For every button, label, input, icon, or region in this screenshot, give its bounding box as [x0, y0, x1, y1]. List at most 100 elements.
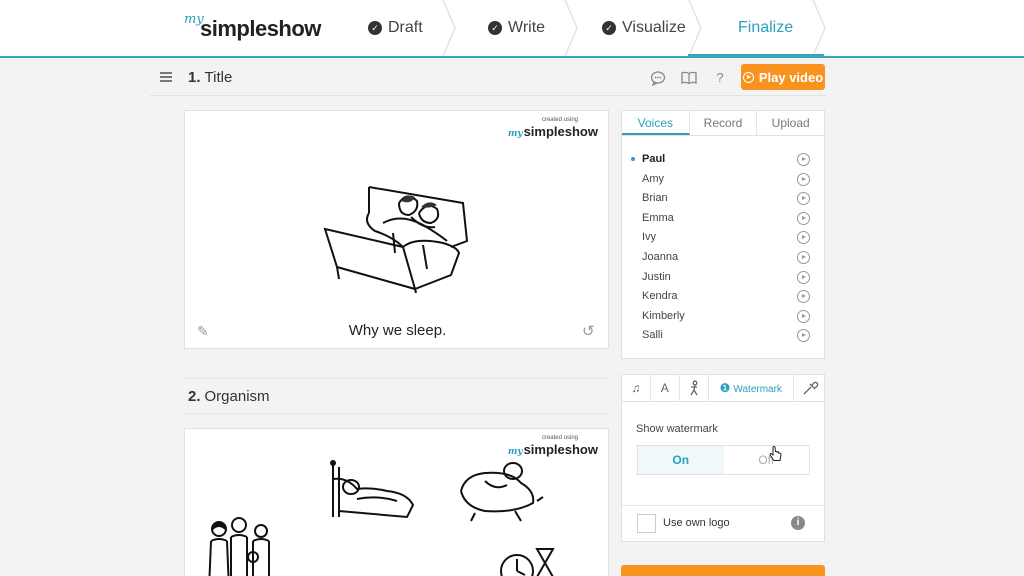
step-visualize[interactable]: ✓ Visualize — [602, 0, 686, 56]
step-label: Finalize — [738, 19, 794, 36]
selected-dot-icon — [631, 157, 635, 161]
step-draft[interactable]: ✓ Draft — [368, 0, 423, 56]
figure-icon[interactable] — [680, 375, 709, 401]
step-finalize[interactable]: Finalize — [738, 0, 793, 56]
toggle-off-option[interactable]: Off — [724, 446, 810, 474]
play-preview-icon[interactable] — [797, 192, 810, 206]
text-icon[interactable]: A — [651, 375, 680, 401]
play-preview-icon[interactable] — [797, 250, 810, 264]
play-video-label: Play video — [758, 69, 824, 85]
scene-number: 1. — [188, 69, 201, 86]
voice-item[interactable]: Emma — [622, 209, 824, 229]
sick-person-illustration — [460, 462, 544, 522]
voice-list: Paul Amy Brian Emma Ivy Joanna Justin Ke… — [622, 150, 824, 346]
use-own-logo-checkbox[interactable] — [637, 514, 656, 533]
play-preview-icon[interactable] — [797, 211, 810, 225]
voice-name: Justin — [642, 270, 671, 283]
voice-item[interactable]: Salli — [622, 326, 824, 346]
hamburger-menu-icon[interactable] — [160, 72, 172, 82]
active-step-indicator — [688, 54, 824, 58]
scene-1-preview[interactable]: created using mysimpleshow ✎ Why we slee… — [184, 110, 609, 349]
tab-voices[interactable]: Voices — [622, 111, 690, 135]
tab-record[interactable]: Record — [690, 111, 758, 135]
scene-name: Title — [204, 69, 233, 86]
voice-item[interactable]: Kimberly — [622, 307, 824, 327]
book-icon[interactable] — [681, 70, 697, 86]
voice-item[interactable]: Kendra — [622, 287, 824, 307]
hand-cursor-icon — [769, 446, 782, 461]
scene-name: Organism — [204, 388, 270, 405]
step-label: Visualize — [622, 19, 686, 36]
logo-name: simpleshow — [200, 16, 321, 41]
voice-name: Joanna — [642, 250, 679, 263]
help-icon[interactable]: ? — [712, 70, 728, 86]
voice-item[interactable]: Justin — [622, 268, 824, 288]
play-preview-icon[interactable] — [797, 270, 810, 284]
voice-item[interactable]: Paul — [622, 150, 824, 170]
watermark-my: my — [507, 447, 523, 457]
watermark-toggle[interactable]: On Off — [637, 445, 810, 475]
clock-hourglass-illustration — [500, 548, 555, 576]
play-video-button[interactable]: Play video — [741, 64, 825, 90]
bed-illustration — [323, 186, 469, 293]
eyedropper-icon[interactable] — [794, 375, 824, 401]
voice-name: Emma — [642, 211, 674, 224]
divider — [622, 505, 824, 506]
scene-caption: Why we sleep. — [348, 322, 447, 339]
scene-1-header: 1. Title ? Play video — [150, 60, 826, 96]
voice-name: Kimberly — [642, 309, 685, 322]
voice-name: Ivy — [642, 231, 657, 244]
play-preview-icon[interactable] — [797, 309, 810, 323]
watermark-badge: created using mysimpleshow — [508, 435, 598, 459]
created-using-text: created using — [541, 435, 578, 441]
voice-name: Paul — [642, 153, 666, 165]
voices-panel: Voices Record Upload Paul Amy Brian Emma… — [621, 110, 825, 359]
check-icon: ✓ — [602, 21, 616, 35]
play-preview-icon[interactable] — [797, 153, 810, 166]
scene-2-title: 2. Organism — [188, 388, 270, 405]
sleeping-person-illustration — [330, 460, 415, 519]
voices-tabs: Voices Record Upload — [622, 111, 824, 136]
step-label: Write — [508, 19, 546, 36]
voice-name: Kendra — [642, 290, 678, 303]
scene-2-header: 2. Organism — [184, 378, 609, 414]
created-using-text: created using — [541, 117, 578, 123]
toggle-on-option[interactable]: On — [638, 446, 724, 474]
play-icon — [742, 71, 754, 83]
use-own-logo-label: Use own logo — [663, 517, 730, 529]
play-preview-icon[interactable] — [797, 172, 810, 186]
step-navigation: ✓ Draft ✓ Write ✓ Visualize Finalize — [322, 0, 826, 56]
play-preview-icon[interactable] — [797, 290, 810, 304]
watermark-name: simpleshow — [523, 442, 598, 457]
scene-2-preview[interactable]: created using mysimpleshow — [184, 428, 609, 576]
check-icon: ✓ — [488, 21, 502, 35]
voice-item[interactable]: Brian — [622, 189, 824, 209]
scene-number: 2. — [188, 388, 201, 405]
check-icon: ✓ — [368, 21, 382, 35]
render-button[interactable] — [621, 565, 825, 576]
info-icon[interactable]: i — [791, 516, 805, 530]
chevron-divider — [564, 0, 578, 56]
comment-icon[interactable] — [650, 70, 666, 86]
play-preview-icon[interactable] — [797, 329, 810, 343]
voice-item[interactable]: Joanna — [622, 248, 824, 268]
watermark-name: simpleshow — [523, 124, 598, 139]
voice-name: Salli — [642, 329, 663, 342]
watermark-my: my — [507, 129, 523, 139]
undo-icon[interactable]: ↺ — [582, 322, 596, 340]
tab-upload[interactable]: Upload — [757, 111, 824, 135]
music-icon[interactable]: ♫ — [622, 375, 651, 401]
watermark-badge: created using mysimpleshow — [508, 117, 598, 141]
chevron-divider — [688, 0, 702, 56]
voice-item[interactable]: Amy — [622, 170, 824, 190]
play-preview-icon[interactable] — [797, 231, 810, 245]
tab-watermark[interactable]: ❶ Watermark — [709, 375, 794, 401]
chevron-divider — [442, 0, 456, 56]
show-watermark-label: Show watermark — [636, 423, 718, 435]
voice-item[interactable]: Ivy — [622, 228, 824, 248]
chevron-divider — [812, 0, 826, 56]
top-header: my simpleshow ✓ Draft ✓ Write ✓ Visualize F… — [0, 0, 1024, 58]
step-write[interactable]: ✓ Write — [488, 0, 545, 56]
settings-panel: ♫ A ❶ Watermark Show watermark On Off Use… — [621, 374, 825, 542]
voice-name: Brian — [642, 192, 668, 205]
